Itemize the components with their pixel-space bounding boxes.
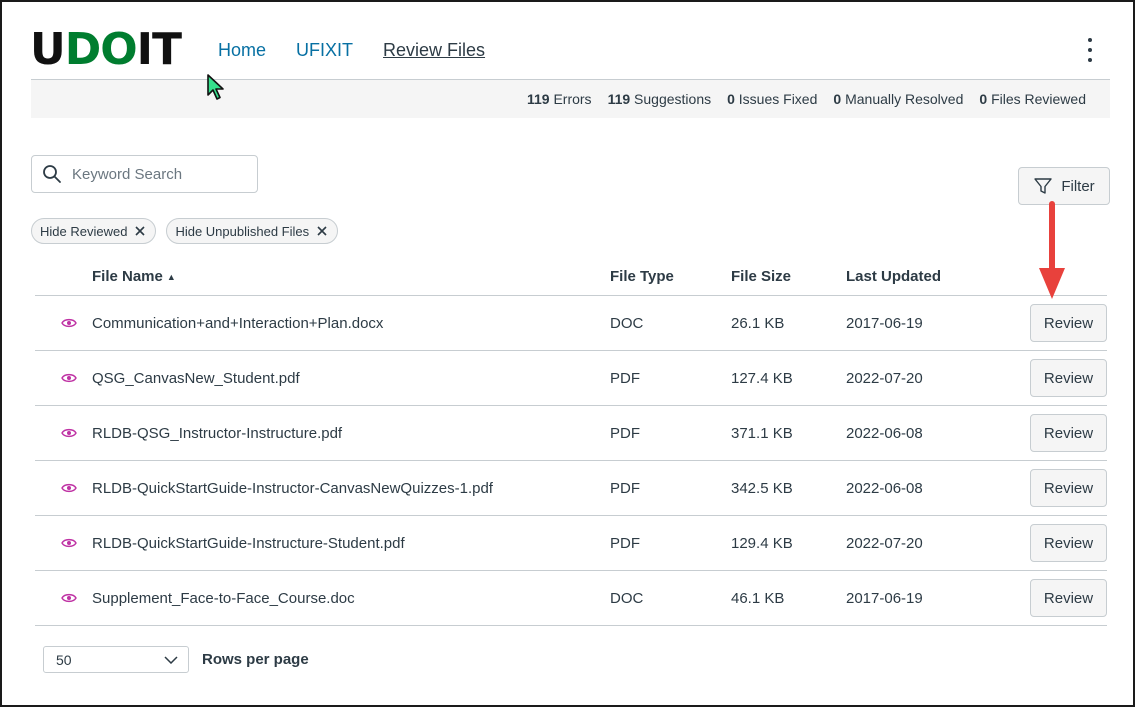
file-name: RLDB-QSG_Instructor-Instructure.pdf [92,424,343,442]
file-updated: 2022-07-20 [846,534,923,552]
mouse-cursor-icon [207,74,224,100]
header-file-type[interactable]: File Type [610,268,731,285]
file-size: 46.1 KB [731,589,785,607]
files-table: File Name ▲ File Type File Size Last Upda… [35,258,1107,626]
summary-suggestions: 119 Suggestions [607,91,712,107]
main-nav: Home UFIXIT Review Files [218,40,485,61]
file-updated: 2022-06-08 [846,479,923,497]
file-updated: 2017-06-19 [846,589,923,607]
summary-errors: 119 Errors [526,91,592,107]
table-row: RLDB-QuickStartGuide-Instructure-Student… [35,516,1107,571]
chip-label: Hide Unpublished Files [175,223,310,239]
file-name: Communication+and+Interaction+Plan.docx [92,314,384,332]
nav-review-files[interactable]: Review Files [383,40,485,61]
chip-label: Hide Reviewed [40,223,128,239]
file-size: 342.5 KB [731,479,793,497]
file-name: QSG_CanvasNew_Student.pdf [92,369,300,387]
eye-icon [60,373,77,383]
more-options-icon[interactable] [1082,38,1098,62]
file-updated: 2022-06-08 [846,424,923,442]
app-window: U DO IT Home UFIXIT Review Files 119 Error… [0,0,1135,707]
rows-per-page-value: 50 [56,651,72,668]
file-type: DOC [610,589,644,607]
kebab-dot [1088,48,1092,52]
review-button[interactable]: Review [1030,414,1107,452]
nav-home[interactable]: Home [218,40,266,61]
chevron-down-icon [164,655,178,664]
file-updated: 2017-06-19 [846,314,923,332]
file-size: 127.4 KB [731,369,793,387]
kebab-dot [1088,38,1092,42]
eye-icon [60,593,77,603]
active-filters: Hide Reviewed Hide Unpublished Files [31,218,339,244]
summary-fixed: 0 Issues Fixed [727,91,818,107]
file-size: 371.1 KB [731,424,793,442]
file-size: 129.4 KB [731,534,793,552]
summary-bar: 119 Errors 119 Suggestions 0 Issues Fixe… [31,80,1110,118]
table-row: QSG_CanvasNew_Student.pdf PDF 127.4 KB 2… [35,351,1107,406]
search-input[interactable] [72,165,242,183]
table-header: File Name ▲ File Type File Size Last Upda… [35,258,1107,296]
close-icon[interactable] [317,226,327,236]
filter-label: Filter [1061,177,1095,195]
table-row: RLDB-QuickStartGuide-Instructor-CanvasNe… [35,461,1107,516]
udoit-logo: U DO IT [30,24,182,75]
chip-hide-reviewed[interactable]: Hide Reviewed [31,218,157,244]
summary-manual: 0 Manually Resolved [833,91,964,107]
logo-part-do: DO [64,24,138,75]
file-name: RLDB-QuickStartGuide-Instructure-Student… [92,534,405,552]
header-file-name[interactable]: File Name ▲ [92,268,610,285]
eye-icon [60,483,77,493]
table-row: Supplement_Face-to-Face_Course.doc DOC 4… [35,571,1107,626]
eye-icon [60,318,77,328]
rows-per-page-label: Rows per page [202,651,309,668]
sort-ascending-icon: ▲ [166,272,176,283]
table-row: RLDB-QSG_Instructor-Instructure.pdf PDF … [35,406,1107,461]
eye-icon [60,428,77,438]
file-type: PDF [610,369,640,387]
close-icon[interactable] [135,226,146,236]
table-row: Communication+and+Interaction+Plan.docx … [35,296,1107,351]
logo-part-it: IT [136,24,182,75]
filter-icon [1034,178,1053,194]
review-button[interactable]: Review [1030,579,1107,617]
file-type: PDF [610,534,640,552]
summary-reviewed: 0 Files Reviewed [979,91,1086,107]
file-type: DOC [610,314,644,332]
header-file-size[interactable]: File Size [731,268,846,285]
file-type: PDF [610,479,640,497]
review-button[interactable]: Review [1030,469,1107,507]
file-name: Supplement_Face-to-Face_Course.doc [92,589,355,607]
file-type: PDF [610,424,640,442]
kebab-dot [1088,58,1092,62]
file-size: 26.1 KB [731,314,785,332]
review-button[interactable]: Review [1030,304,1107,342]
logo-part-u: U [30,24,66,75]
keyword-search[interactable] [31,155,258,193]
header-last-updated[interactable]: Last Updated [846,268,1018,285]
chip-hide-unpublished[interactable]: Hide Unpublished Files [166,218,339,244]
review-button[interactable]: Review [1030,524,1107,562]
file-name: RLDB-QuickStartGuide-Instructor-CanvasNe… [92,479,493,497]
file-updated: 2022-07-20 [846,369,923,387]
rows-per-page-select[interactable]: 50 [43,646,189,673]
annotation-arrow-icon [1039,201,1065,299]
review-button[interactable]: Review [1030,359,1107,397]
eye-icon [60,538,77,548]
search-icon [43,165,61,183]
nav-ufixit[interactable]: UFIXIT [296,40,353,61]
